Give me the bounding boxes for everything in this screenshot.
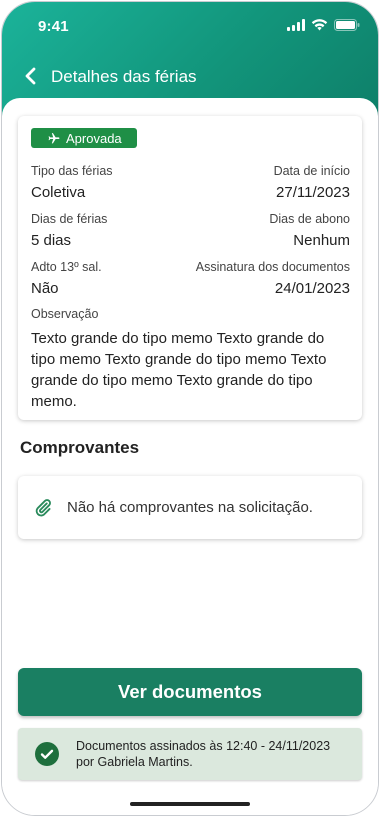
note-text: Texto grande do tipo memo Texto grande d… [31,330,327,410]
phone-frame: 9:41 Detalhes das férias Aprovada Tipo d… [1,1,379,816]
navigation-bar: Detalhes das férias [2,60,378,94]
type-label: Tipo das férias [31,164,113,178]
signature-date-value: 24/01/2023 [274,280,350,297]
status-bar: 9:41 [2,2,378,52]
advance-value: Não [31,280,59,297]
signal-icon [287,19,305,31]
start-date-label: Data de início [273,164,350,178]
page-title: Detalhes das férias [51,67,197,86]
bonus-label: Dias de abono [269,212,350,226]
paperclip-icon [35,499,51,517]
check-circle-icon [35,742,59,766]
status-icons [287,19,360,31]
view-documents-button[interactable]: Ver documentos [18,668,362,716]
vacation-details-card: Aprovada Tipo das férias Coletiva Data d… [18,116,362,420]
bonus-value: Nenhum [293,232,350,249]
status-badge-label: Aprovada [66,130,122,146]
airplane-icon [48,132,60,143]
signed-notice: Documentos assinados às 12:40 - 24/11/20… [18,728,362,780]
back-chevron-icon[interactable] [20,65,42,87]
advance-label: Adto 13º sal. [31,260,102,274]
row-days-bonus: Dias de férias 5 dias Dias de abono Nenh… [31,212,350,252]
start-date-value: 27/11/2023 [276,184,350,201]
receipts-empty-card: Não há comprovantes na solicitação. [18,476,362,539]
note-label: Observação [31,307,99,321]
content-sheet: Aprovada Tipo das férias Coletiva Data d… [2,98,378,815]
status-badge: Aprovada [31,128,137,148]
home-indicator[interactable] [130,802,250,806]
type-value: Coletiva [31,184,86,201]
battery-icon [334,19,360,31]
status-time: 9:41 [38,18,69,35]
receipts-title: Comprovantes [20,438,140,457]
signature-date-label: Assinatura dos documentos [195,260,350,274]
days-label: Dias de férias [31,212,108,226]
days-value: 5 dias [31,232,72,249]
wifi-icon [311,19,328,31]
row-type-start: Tipo das férias Coletiva Data de início … [31,164,350,204]
signed-notice-text: Documentos assinados às 12:40 - 24/11/20… [76,739,331,769]
row-advance-signature: Adto 13º sal. Não Assinatura dos documen… [31,260,350,300]
receipts-empty-message: Não há comprovantes na solicitação. [67,499,313,516]
